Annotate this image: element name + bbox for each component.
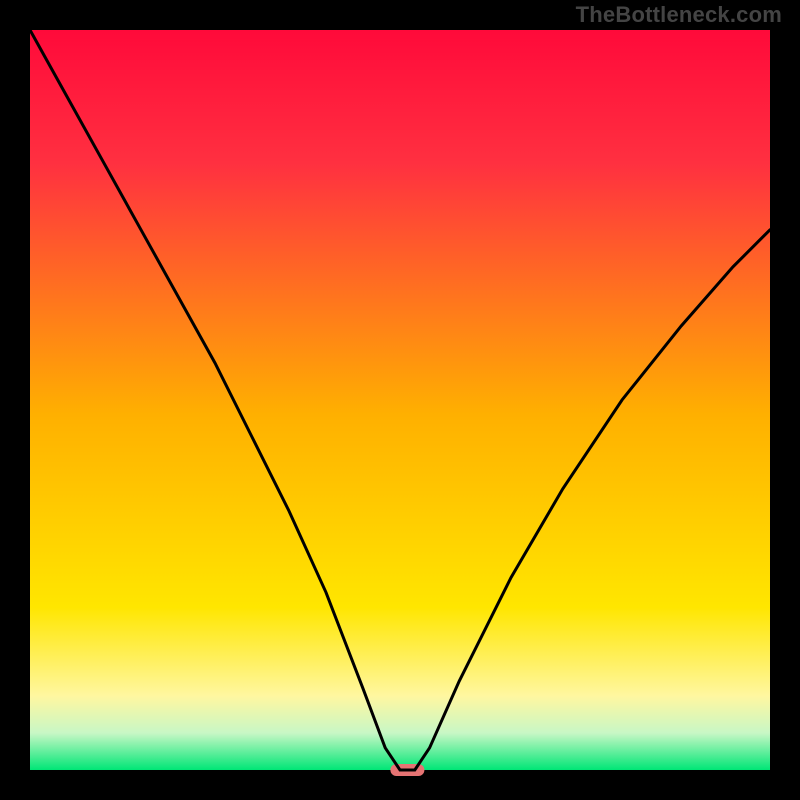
bottleneck-chart (0, 0, 800, 800)
watermark-text: TheBottleneck.com (576, 2, 782, 28)
chart-frame: TheBottleneck.com (0, 0, 800, 800)
plot-background (30, 30, 770, 770)
